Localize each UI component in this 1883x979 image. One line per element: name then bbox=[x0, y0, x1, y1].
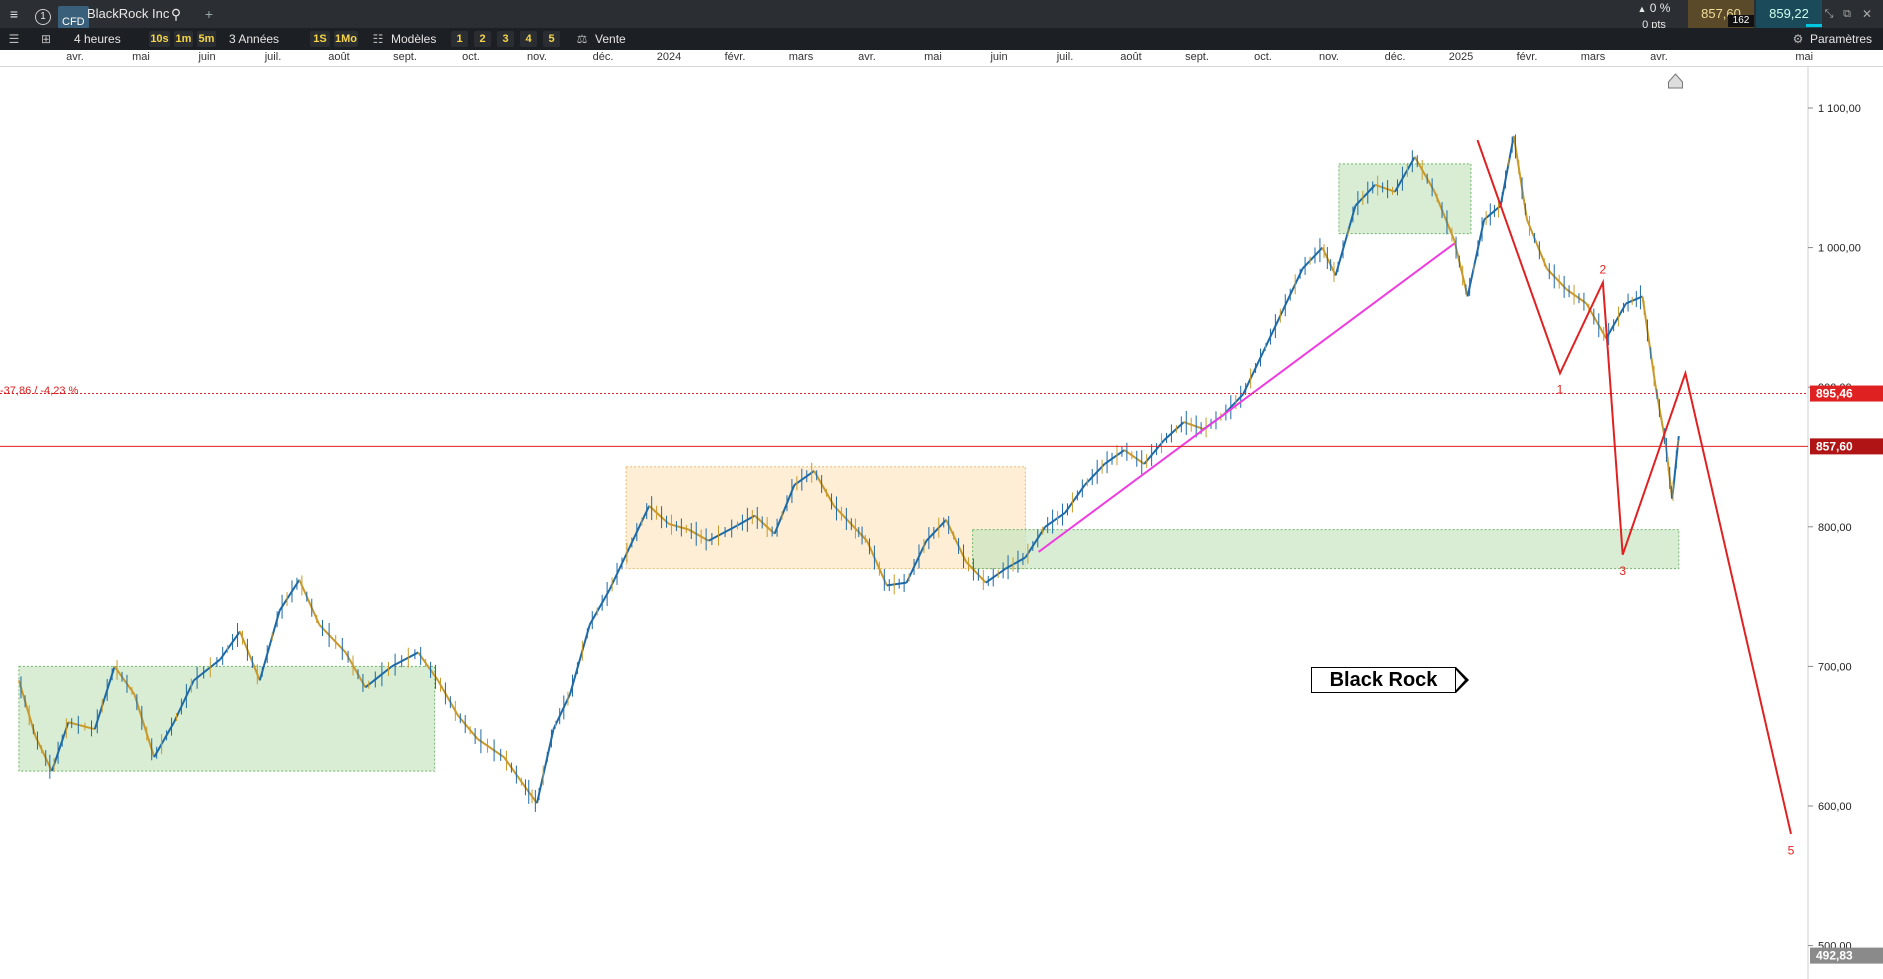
month-label: août bbox=[1120, 51, 1142, 63]
month-label: août bbox=[328, 51, 350, 63]
change-pct: 0 % bbox=[1649, 1, 1671, 15]
month-label: mars bbox=[1580, 51, 1606, 63]
tab-number-icon[interactable]: 1 bbox=[34, 0, 52, 28]
close-icon[interactable]: ✕ bbox=[1860, 0, 1874, 28]
month-label: mars bbox=[788, 51, 814, 63]
price-tick-label: 800,00 bbox=[1818, 522, 1852, 534]
chart-app: ≡ 1 CFD BlackRock Inc ⚲ + ▲ 0 % 0 pts 85… bbox=[0, 0, 1883, 979]
price-tick-label: 1 100,00 bbox=[1818, 103, 1861, 115]
change-box: ▲ 0 % 0 pts bbox=[1622, 0, 1686, 31]
month-label: nov. bbox=[527, 51, 547, 63]
price-tick-label: 600,00 bbox=[1818, 801, 1852, 813]
callout-arrow-inner bbox=[1456, 670, 1465, 690]
chart-canvas[interactable]: 12351 100,001 000,00900,00800,00700,0060… bbox=[0, 66, 1883, 979]
list-icon[interactable]: ☰ bbox=[6, 28, 22, 50]
preset-3-button[interactable]: 3 bbox=[497, 31, 514, 47]
interval-1m-button[interactable]: 1m bbox=[174, 31, 193, 47]
interval-select[interactable]: 4 heures bbox=[74, 28, 121, 50]
month-labels: avr. mai juin juil. août sept. oct. nov. déc. 202… bbox=[0, 50, 1813, 66]
month-label: juil. bbox=[264, 51, 282, 63]
month-label: mai bbox=[924, 51, 942, 63]
wave-label: 2 bbox=[1600, 263, 1607, 277]
spread-badge: 162 bbox=[1728, 15, 1754, 27]
sell-button[interactable]: Vente bbox=[595, 28, 626, 50]
month-label: déc. bbox=[1384, 51, 1406, 63]
time-axis: avr. mai juin juil. août sept. oct. nov. déc. 202… bbox=[0, 50, 1883, 67]
instrument-title[interactable]: BlackRock Inc bbox=[87, 0, 169, 28]
month-label: oct. bbox=[462, 51, 480, 63]
wave-label: 5 bbox=[1788, 843, 1795, 857]
month-label: juin bbox=[990, 51, 1008, 63]
models-button[interactable]: Modèles bbox=[391, 28, 436, 50]
price-chart[interactable]: 12351 100,001 000,00900,00800,00700,0060… bbox=[0, 66, 1883, 979]
preset-2-button[interactable]: 2 bbox=[474, 31, 491, 47]
shrink-icon[interactable]: ⤡ bbox=[1822, 0, 1836, 28]
month-label: juin bbox=[198, 51, 216, 63]
price-segment bbox=[391, 651, 419, 668]
interval-10s-button[interactable]: 10s bbox=[149, 31, 170, 47]
black-rock-callout: Black Rock bbox=[1311, 667, 1469, 693]
price-tick-label: 700,00 bbox=[1818, 661, 1852, 673]
month-label: févr. bbox=[724, 51, 746, 63]
month-label: sept. bbox=[393, 51, 417, 63]
month-label: 2025 bbox=[1448, 51, 1474, 63]
popout-icon[interactable]: ⧉ bbox=[1840, 0, 1854, 28]
month-label: avr. bbox=[66, 51, 84, 63]
plus-icon[interactable]: + bbox=[201, 0, 217, 28]
month-label: févr. bbox=[1516, 51, 1538, 63]
wave-label: 1 bbox=[1557, 383, 1564, 397]
month-label: juil. bbox=[1056, 51, 1074, 63]
layout-grid-icon[interactable]: ⊞ bbox=[38, 28, 54, 50]
lowest-price-label: 492,83 bbox=[1816, 949, 1853, 963]
home-marker-icon bbox=[1668, 73, 1683, 89]
price-segment bbox=[477, 738, 505, 758]
reference-price-label: 895,46 bbox=[1816, 387, 1853, 401]
month-label: déc. bbox=[592, 51, 614, 63]
month-label: 2024 bbox=[656, 51, 682, 63]
period-1s-button[interactable]: 1S bbox=[310, 31, 330, 47]
black-rock-callout-text: Black Rock bbox=[1311, 667, 1456, 693]
month-label: avr. bbox=[1650, 51, 1668, 63]
month-label: nov. bbox=[1319, 51, 1339, 63]
current-price-label: 857,60 bbox=[1816, 439, 1853, 453]
preset-4-button[interactable]: 4 bbox=[520, 31, 537, 47]
sell-icon: ⚖ bbox=[576, 32, 588, 46]
orange-range-zone bbox=[625, 466, 1026, 570]
price-tick-label: 1 000,00 bbox=[1818, 243, 1861, 255]
models-icon: ☷ bbox=[372, 32, 384, 46]
month-label: oct. bbox=[1254, 51, 1272, 63]
ask-accent bbox=[1806, 24, 1822, 27]
up-arrow-icon: ▲ bbox=[1637, 4, 1647, 14]
top-bar: ≡ 1 CFD BlackRock Inc ⚲ + ▲ 0 % 0 pts 85… bbox=[0, 0, 1883, 38]
wave-label: 3 bbox=[1619, 564, 1626, 578]
price-change-annotation: -37,86 / -4,23 % bbox=[0, 384, 79, 397]
magenta-trendline bbox=[1038, 242, 1455, 553]
preset-5-button[interactable]: 5 bbox=[543, 31, 560, 47]
month-label: mai bbox=[132, 51, 150, 63]
period-1mo-button[interactable]: 1Mo bbox=[334, 31, 358, 47]
hamburger-icon[interactable]: ≡ bbox=[6, 0, 22, 28]
gear-icon[interactable]: ⚙ bbox=[1790, 28, 1806, 50]
month-label: avr. bbox=[858, 51, 876, 63]
interval-5m-button[interactable]: 5m bbox=[197, 31, 216, 47]
green-range-zone bbox=[972, 529, 1680, 570]
month-label: mai bbox=[1795, 51, 1814, 63]
range-select[interactable]: 3 Années bbox=[229, 28, 279, 50]
settings-button[interactable]: Paramètres bbox=[1810, 28, 1872, 50]
price-segment bbox=[318, 623, 347, 654]
preset-1-button[interactable]: 1 bbox=[451, 31, 468, 47]
chart-toolbar: ☰ ⊞ 4 heures 10s 1m 5m 3 Années 1S 1Mo ☷… bbox=[0, 28, 1883, 50]
ask-price: 859,22 bbox=[1769, 6, 1809, 21]
search-icon[interactable]: ⚲ bbox=[168, 0, 184, 28]
elliott-wave-path bbox=[1476, 139, 1792, 835]
month-label: sept. bbox=[1185, 51, 1209, 63]
